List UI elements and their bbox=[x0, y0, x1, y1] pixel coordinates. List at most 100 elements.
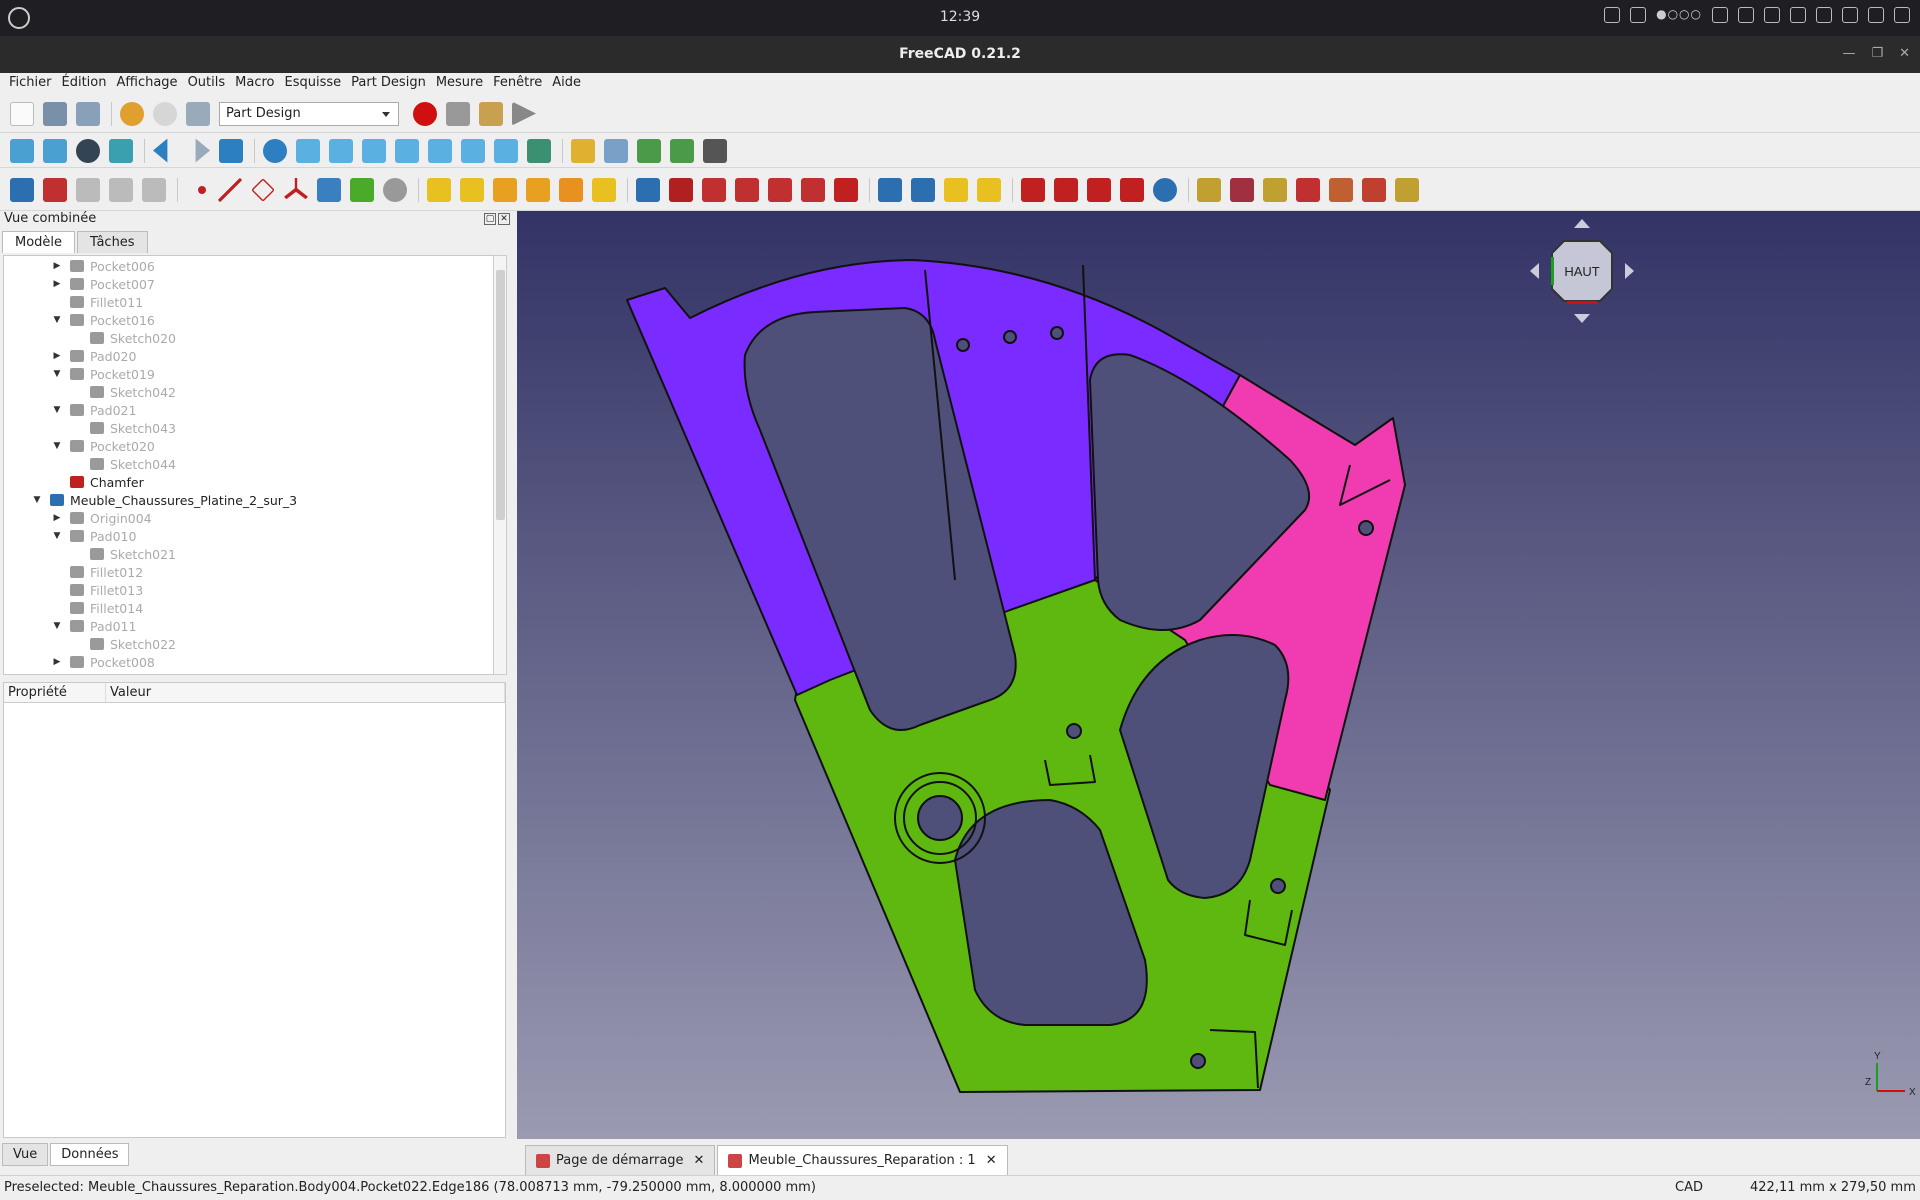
isometric-view-icon[interactable] bbox=[296, 138, 320, 163]
additive-primitive-icon[interactable] bbox=[592, 177, 616, 202]
tree-item[interactable]: ▼ Pad010 bbox=[52, 527, 137, 545]
sync-view-icon[interactable] bbox=[219, 138, 243, 163]
fit-selection-icon[interactable] bbox=[43, 138, 67, 163]
tree-item[interactable]: ▶ Pocket008 bbox=[52, 653, 155, 671]
volume-icon[interactable] bbox=[1816, 7, 1832, 23]
menu-fenetre[interactable]: Fenêtre bbox=[488, 73, 547, 95]
tree-item[interactable]: Sketch042 bbox=[72, 383, 176, 401]
rear-view-icon[interactable] bbox=[428, 138, 452, 163]
draw-style-icon[interactable] bbox=[76, 138, 100, 163]
workspace-dots-icon[interactable]: ●○○○ bbox=[1656, 7, 1702, 23]
boolean-icon[interactable] bbox=[1153, 177, 1177, 202]
tree-item[interactable]: Fillet012 bbox=[52, 563, 143, 581]
bluetooth-icon[interactable] bbox=[1842, 7, 1858, 23]
tree-item[interactable]: Fillet014 bbox=[52, 599, 143, 617]
clone-gray-icon[interactable] bbox=[383, 177, 407, 202]
create-sketch-icon[interactable] bbox=[43, 177, 67, 202]
back-icon[interactable] bbox=[153, 138, 168, 163]
measure-icon[interactable] bbox=[527, 138, 551, 163]
tree-item[interactable]: Sketch022 bbox=[72, 635, 176, 653]
subtractive-pipe-icon[interactable] bbox=[768, 177, 792, 202]
link-icon[interactable] bbox=[637, 138, 661, 163]
shield-icon[interactable] bbox=[1630, 7, 1647, 23]
tree-item[interactable]: Fillet011 bbox=[52, 293, 143, 311]
navcube-up-arrow-icon[interactable] bbox=[1574, 219, 1590, 228]
additive-pipe-icon[interactable] bbox=[526, 177, 550, 202]
group-icon[interactable] bbox=[604, 138, 628, 163]
expand-arrow-icon[interactable]: ▶ bbox=[52, 513, 62, 523]
fastener-icon[interactable] bbox=[1329, 177, 1353, 202]
tree-item[interactable]: Sketch043 bbox=[72, 419, 176, 437]
chamfer-icon[interactable] bbox=[1054, 177, 1078, 202]
tree-item[interactable]: ▼ Meuble_Chaussures_Platine_2_sur_3 bbox=[32, 491, 298, 509]
restore-icon[interactable]: ❐ bbox=[1871, 46, 1883, 61]
expand-arrow-icon[interactable]: ▼ bbox=[52, 531, 62, 541]
tree-item[interactable]: Sketch044 bbox=[72, 455, 176, 473]
expand-arrow-icon[interactable]: ▶ bbox=[52, 261, 62, 271]
tab-view[interactable]: Vue bbox=[2, 1143, 49, 1166]
clone-icon[interactable] bbox=[142, 177, 166, 202]
workbench-selector[interactable]: Part Design bbox=[219, 101, 399, 126]
save-icon[interactable] bbox=[76, 101, 100, 126]
menu-aide[interactable]: Aide bbox=[547, 73, 586, 95]
tree-scrollbar[interactable] bbox=[493, 255, 507, 675]
fit-all-icon[interactable] bbox=[10, 138, 34, 163]
zoom-icon[interactable] bbox=[263, 138, 287, 163]
left-view-icon[interactable] bbox=[494, 138, 518, 163]
property-column-header[interactable]: Propriété bbox=[4, 683, 106, 702]
doc-tab-reparation[interactable]: Meuble_Chaussures_Reparation : 1 ✕ bbox=[717, 1145, 1008, 1175]
thickness-icon[interactable] bbox=[1120, 177, 1144, 202]
sub-shape-binder-icon[interactable] bbox=[317, 177, 341, 202]
wifi-icon[interactable] bbox=[1790, 7, 1806, 23]
tree-item[interactable]: ▼ Pocket020 bbox=[52, 437, 155, 455]
tree-item[interactable]: Chamfer bbox=[52, 473, 144, 491]
expand-arrow-icon[interactable]: ▶ bbox=[52, 279, 62, 289]
revolution-icon[interactable] bbox=[460, 177, 484, 202]
datum-point-icon[interactable] bbox=[198, 185, 206, 194]
tree-item[interactable]: ▼ Pocket016 bbox=[52, 311, 155, 329]
edit-macro-icon[interactable] bbox=[479, 101, 503, 126]
subtractive-helix-icon[interactable] bbox=[801, 177, 825, 202]
mirrored-icon[interactable] bbox=[878, 177, 902, 202]
tree-item[interactable]: Sketch020 bbox=[72, 329, 176, 347]
tool-icon[interactable] bbox=[1362, 177, 1386, 202]
power-icon[interactable] bbox=[1868, 7, 1884, 23]
sprocket-icon[interactable] bbox=[1197, 177, 1221, 202]
shaft-design-icon[interactable] bbox=[1263, 177, 1287, 202]
shape-binder-icon[interactable] bbox=[109, 177, 133, 202]
draft-icon[interactable] bbox=[1087, 177, 1111, 202]
expand-arrow-icon[interactable]: ▶ bbox=[52, 657, 62, 667]
local-cs-icon[interactable] bbox=[284, 177, 308, 200]
body-icon[interactable] bbox=[10, 177, 34, 202]
pocket-icon[interactable] bbox=[636, 177, 660, 202]
datum-line-icon[interactable] bbox=[218, 177, 242, 202]
tree-item[interactable]: Fillet013 bbox=[52, 581, 143, 599]
wizard-icon[interactable] bbox=[1296, 177, 1320, 202]
tree-item[interactable]: Sketch021 bbox=[72, 545, 176, 563]
tree-item[interactable]: ▶ Pocket006 bbox=[52, 257, 155, 275]
multi-transform-icon[interactable] bbox=[977, 177, 1001, 202]
folder-icon[interactable] bbox=[1738, 7, 1754, 23]
record-macro-icon[interactable] bbox=[413, 101, 437, 126]
subtractive-primitive-icon[interactable] bbox=[834, 177, 858, 202]
polar-pattern-icon[interactable] bbox=[944, 177, 968, 202]
bell-icon[interactable] bbox=[1764, 7, 1780, 23]
menu-edition[interactable]: Édition bbox=[57, 73, 112, 95]
tab-tasks[interactable]: Tâches bbox=[77, 231, 148, 253]
expand-arrow-icon[interactable]: ▼ bbox=[52, 405, 62, 415]
close-tab-icon[interactable]: ✕ bbox=[986, 1153, 997, 1168]
pad-icon[interactable] bbox=[427, 177, 451, 202]
menu-icon[interactable] bbox=[1712, 7, 1728, 23]
front-view-icon[interactable] bbox=[329, 138, 353, 163]
float-panel-icon[interactable]: ▢ bbox=[484, 213, 496, 225]
scrollbar-thumb[interactable] bbox=[496, 270, 505, 520]
navcube-down-arrow-icon[interactable] bbox=[1574, 314, 1590, 323]
additive-helix-icon[interactable] bbox=[559, 177, 583, 202]
screen-icon[interactable] bbox=[1604, 7, 1621, 23]
tree-item[interactable]: ▶ Origin004 bbox=[52, 509, 152, 527]
involute-gear-icon[interactable] bbox=[1230, 177, 1254, 202]
subtractive-loft-icon[interactable] bbox=[735, 177, 759, 202]
extra-tool-icon[interactable] bbox=[1395, 177, 1419, 202]
shape-binder-green-icon[interactable] bbox=[350, 177, 374, 202]
bottom-view-icon[interactable] bbox=[461, 138, 485, 163]
